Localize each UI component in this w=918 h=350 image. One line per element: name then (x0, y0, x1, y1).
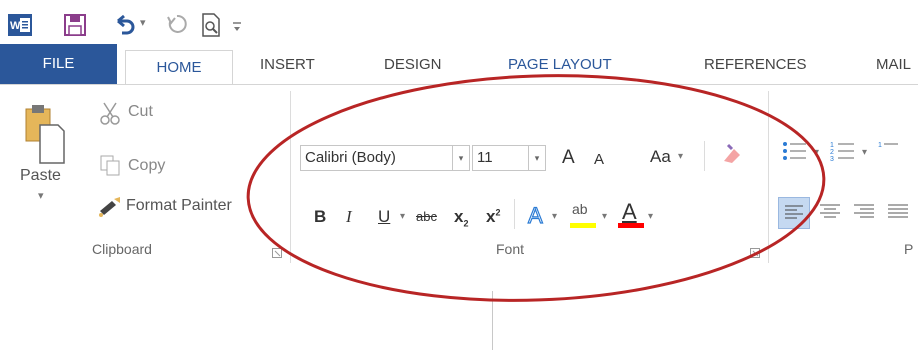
font-group-label: Font (496, 241, 525, 257)
font-group: Calibri (Body) ▾ 11 ▾ A A Aa ▾ B I U ▾ a… (300, 85, 760, 271)
ribbon-home: Paste ▾ Cut Copy Format Painter Clipboar… (0, 84, 918, 272)
font-color-label: A (622, 199, 637, 224)
ribbon-separator (768, 91, 769, 263)
clear-formatting-icon[interactable] (720, 143, 744, 167)
svg-text:2: 2 (830, 149, 834, 156)
save-icon[interactable] (64, 14, 86, 36)
subscript-button[interactable]: x2 (454, 207, 468, 228)
paragraph-group: ▾ 123 ▾ 1 P (774, 85, 918, 271)
change-case-button[interactable]: Aa (650, 147, 671, 167)
tab-page-layout[interactable]: PAGE LAYOUT (508, 56, 612, 73)
shrink-font-button[interactable]: A (594, 151, 604, 168)
align-right-icon[interactable] (850, 198, 878, 226)
clipboard-group: Paste ▾ Cut Copy Format Painter Clipboar… (0, 85, 282, 271)
underline-dropdown[interactable]: ▾ (400, 211, 405, 222)
svg-text:3: 3 (830, 156, 834, 163)
font-color-button[interactable]: A (618, 199, 646, 229)
copy-label: Copy (128, 157, 166, 174)
scissors-icon (100, 102, 120, 125)
multilevel-list-icon[interactable]: 1 (878, 139, 898, 163)
font-size-combobox[interactable]: 11 ▾ (472, 145, 546, 171)
svg-text:1: 1 (878, 142, 882, 149)
superscript-button[interactable]: x2 (486, 207, 500, 227)
paste-button[interactable]: Paste ▾ (20, 103, 66, 223)
format-painter-button[interactable]: Format Painter (96, 195, 278, 221)
bold-button[interactable]: B (314, 207, 326, 227)
ribbon-separator (290, 91, 291, 263)
page-margin-line (492, 291, 493, 350)
ribbon-tabs: FILE HOME INSERT DESIGN PAGE LAYOUT REFE… (0, 44, 918, 87)
text-effects-button[interactable]: A (527, 202, 543, 229)
font-size-value: 11 (477, 149, 493, 166)
svg-text:1: 1 (830, 142, 834, 149)
paste-icon (25, 105, 65, 164)
word-app-icon[interactable]: W (8, 14, 32, 36)
font-color-bar (618, 223, 644, 228)
underline-button[interactable]: U (378, 207, 390, 227)
tab-insert[interactable]: INSERT (260, 56, 315, 73)
text-effects-dropdown[interactable]: ▾ (552, 211, 557, 222)
document-area[interactable] (0, 271, 918, 350)
customize-qat-icon[interactable] (232, 20, 242, 32)
font-dialog-launcher-icon[interactable] (750, 245, 760, 258)
paste-label: Paste (20, 167, 61, 184)
numbering-icon[interactable]: 123 (830, 139, 856, 163)
cut-button[interactable]: Cut (98, 101, 218, 127)
tab-design[interactable]: DESIGN (384, 56, 442, 73)
font-name-value: Calibri (Body) (305, 149, 396, 166)
highlight-color-bar (570, 223, 596, 228)
ribbon-separator (514, 199, 515, 229)
bullets-dropdown[interactable]: ▾ (814, 147, 819, 158)
format-painter-icon (99, 197, 120, 217)
align-center-icon[interactable] (816, 198, 844, 226)
clipboard-dialog-launcher-icon[interactable] (272, 245, 282, 258)
copy-icon (100, 155, 120, 176)
chevron-down-icon[interactable]: ▾ (452, 146, 469, 170)
undo-dropdown-arrow[interactable]: ▾ (140, 16, 146, 29)
bullets-icon[interactable] (782, 139, 808, 163)
undo-icon[interactable] (112, 13, 136, 37)
svg-text:W: W (10, 20, 21, 32)
print-preview-icon[interactable] (200, 12, 224, 38)
strikethrough-button[interactable]: abc (416, 209, 437, 224)
quick-access-toolbar: W ▾ (0, 0, 918, 44)
format-painter-label: Format Painter (126, 197, 232, 214)
numbering-dropdown[interactable]: ▾ (862, 147, 867, 158)
italic-button[interactable]: I (346, 207, 352, 227)
highlight-label: ab (572, 201, 588, 217)
tab-file[interactable]: FILE (0, 44, 117, 84)
paragraph-group-label: P (904, 241, 914, 257)
font-color-dropdown[interactable]: ▾ (648, 211, 653, 222)
change-case-dropdown[interactable]: ▾ (678, 151, 683, 162)
clipboard-group-label: Clipboard (92, 241, 152, 257)
font-name-combobox[interactable]: Calibri (Body) ▾ (300, 145, 470, 171)
tab-mailings[interactable]: MAIL (876, 56, 911, 73)
ribbon-separator (704, 141, 705, 171)
highlight-button[interactable]: ab (570, 201, 600, 231)
justify-icon[interactable] (884, 198, 912, 226)
paste-dropdown-arrow[interactable]: ▾ (38, 189, 44, 202)
highlight-dropdown[interactable]: ▾ (602, 211, 607, 222)
copy-button[interactable]: Copy (98, 155, 218, 181)
chevron-down-icon[interactable]: ▾ (528, 146, 545, 170)
grow-font-button[interactable]: A (562, 147, 575, 169)
redo-icon[interactable] (166, 13, 188, 35)
cut-label: Cut (128, 103, 153, 120)
align-left-icon[interactable] (778, 197, 810, 229)
tab-references[interactable]: REFERENCES (704, 56, 807, 73)
tab-home[interactable]: HOME (125, 50, 233, 87)
